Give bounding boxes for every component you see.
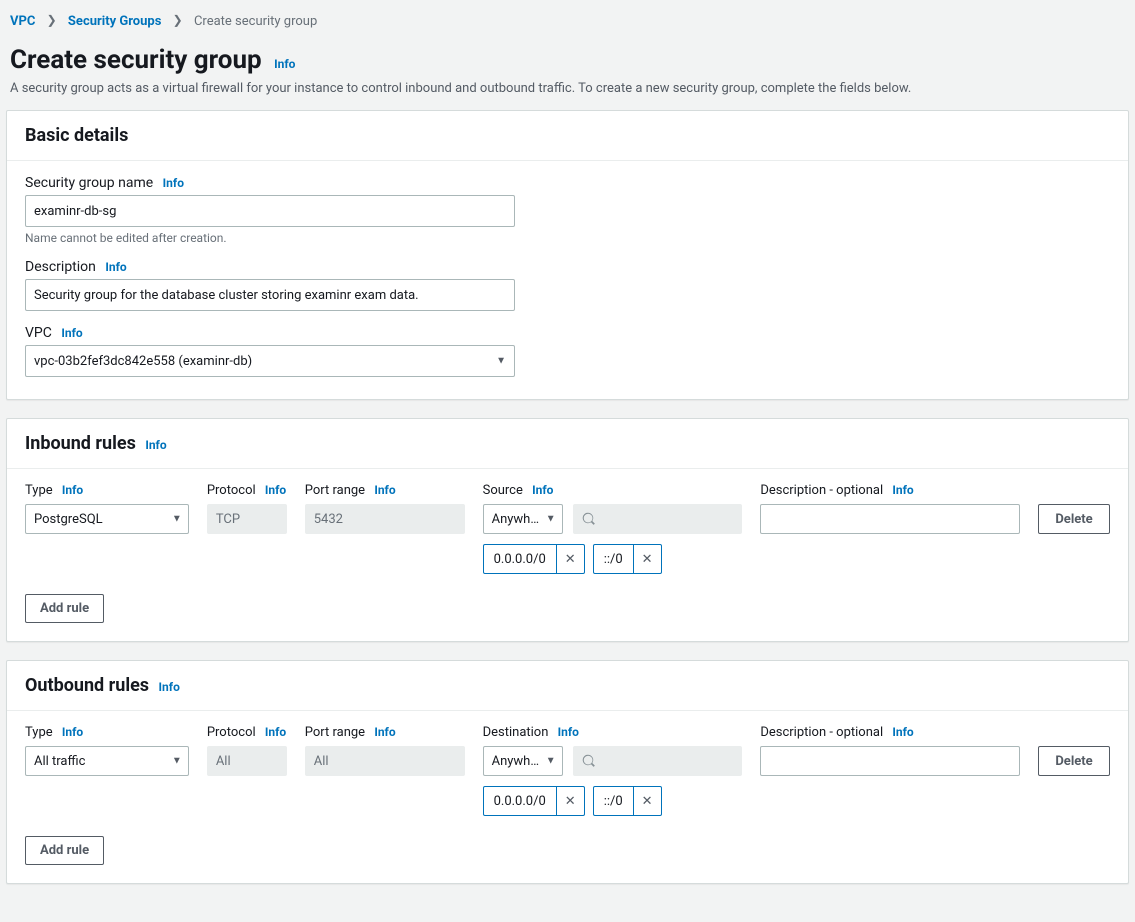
basic-details-heading: Basic details: [25, 125, 128, 146]
outbound-protocol-label: Protocol Info: [207, 725, 287, 740]
caret-down-icon: ▼: [546, 514, 556, 525]
outbound-port-value: All: [305, 746, 465, 776]
search-icon: [582, 754, 596, 768]
remove-chip-button[interactable]: ✕: [556, 545, 584, 573]
basic-details-panel: Basic details Security group name Info N…: [6, 110, 1129, 400]
inbound-add-rule-button[interactable]: Add rule: [25, 594, 104, 623]
vpc-label: VPC Info: [25, 325, 1110, 341]
outbound-add-rule-button[interactable]: Add rule: [25, 836, 104, 865]
vpc-info-link[interactable]: Info: [61, 326, 82, 340]
search-icon: [582, 512, 596, 526]
inbound-rules-heading: Inbound rules: [25, 433, 136, 454]
outbound-rules-heading: Outbound rules: [25, 675, 149, 696]
inbound-source-chip: ::/0 ✕: [593, 544, 662, 574]
outbound-destination-chip: 0.0.0.0/0 ✕: [483, 786, 585, 816]
sg-name-info-link[interactable]: Info: [163, 176, 184, 190]
outbound-destination-chip: ::/0 ✕: [593, 786, 662, 816]
outbound-destination-select[interactable]: Anywh… ▼: [483, 746, 563, 776]
remove-chip-button[interactable]: ✕: [633, 787, 661, 815]
caret-down-icon: ▼: [546, 756, 556, 767]
outbound-type-label: Type Info: [25, 725, 189, 740]
outbound-type-info-link[interactable]: Info: [62, 725, 83, 739]
inbound-desc-info-link[interactable]: Info: [892, 483, 913, 497]
inbound-type-info-link[interactable]: Info: [62, 483, 83, 497]
remove-chip-button[interactable]: ✕: [633, 545, 661, 573]
page-title-info-link[interactable]: Info: [274, 57, 295, 71]
inbound-source-label: Source Info: [483, 483, 743, 498]
outbound-port-info-link[interactable]: Info: [374, 725, 395, 739]
sg-name-input[interactable]: [25, 195, 515, 227]
inbound-protocol-label: Protocol Info: [207, 483, 287, 498]
breadcrumb: VPC ❯ Security Groups ❯ Create security …: [6, 4, 1129, 35]
outbound-destination-label: Destination Info: [483, 725, 743, 740]
inbound-protocol-value: TCP: [207, 504, 287, 534]
inbound-source-chip: 0.0.0.0/0 ✕: [483, 544, 585, 574]
outbound-delete-button[interactable]: Delete: [1038, 746, 1110, 776]
outbound-protocol-info-link[interactable]: Info: [265, 725, 286, 739]
breadcrumb-vpc[interactable]: VPC: [10, 14, 35, 29]
inbound-desc-input[interactable]: [760, 504, 1020, 534]
sg-name-label: Security group name Info: [25, 175, 1110, 191]
sg-desc-input[interactable]: [25, 279, 515, 311]
inbound-type-label: Type Info: [25, 483, 189, 498]
inbound-protocol-info-link[interactable]: Info: [265, 483, 286, 497]
inbound-source-select[interactable]: Anywh… ▼: [483, 504, 563, 534]
inbound-rules-info-link[interactable]: Info: [145, 438, 166, 452]
sg-desc-info-link[interactable]: Info: [105, 260, 126, 274]
breadcrumb-security-groups[interactable]: Security Groups: [68, 14, 162, 29]
caret-down-icon: ▼: [172, 756, 182, 767]
breadcrumb-current: Create security group: [194, 14, 317, 29]
caret-down-icon: ▼: [496, 356, 506, 367]
outbound-desc-info-link[interactable]: Info: [892, 725, 913, 739]
inbound-delete-button[interactable]: Delete: [1038, 504, 1110, 534]
inbound-port-label: Port range Info: [305, 483, 465, 498]
outbound-port-label: Port range Info: [305, 725, 465, 740]
caret-down-icon: ▼: [172, 514, 182, 525]
outbound-desc-input[interactable]: [760, 746, 1020, 776]
outbound-rules-info-link[interactable]: Info: [159, 680, 180, 694]
sg-name-help: Name cannot be edited after creation.: [25, 231, 1110, 245]
outbound-rules-panel: Outbound rules Info Type Info All traffi…: [6, 660, 1129, 884]
outbound-destination-info-link[interactable]: Info: [558, 725, 579, 739]
inbound-type-select[interactable]: PostgreSQL ▼: [25, 504, 189, 534]
page-description: A security group acts as a virtual firew…: [10, 81, 1129, 96]
inbound-source-search[interactable]: [573, 504, 743, 534]
inbound-source-info-link[interactable]: Info: [532, 483, 553, 497]
vpc-select[interactable]: vpc-03b2fef3dc842e558 (examinr-db) ▼: [25, 345, 515, 377]
inbound-desc-label: Description - optional Info: [760, 483, 1020, 498]
outbound-desc-label: Description - optional Info: [760, 725, 1020, 740]
inbound-port-value: 5432: [305, 504, 465, 534]
inbound-port-info-link[interactable]: Info: [374, 483, 395, 497]
sg-desc-label: Description Info: [25, 259, 1110, 275]
outbound-destination-search[interactable]: [573, 746, 743, 776]
page-title: Create security group Info: [10, 45, 1129, 75]
chevron-right-icon: ❯: [173, 13, 183, 27]
outbound-protocol-value: All: [207, 746, 287, 776]
chevron-right-icon: ❯: [47, 13, 57, 27]
inbound-rules-panel: Inbound rules Info Type Info PostgreSQL …: [6, 418, 1129, 642]
outbound-type-select[interactable]: All traffic ▼: [25, 746, 189, 776]
remove-chip-button[interactable]: ✕: [556, 787, 584, 815]
